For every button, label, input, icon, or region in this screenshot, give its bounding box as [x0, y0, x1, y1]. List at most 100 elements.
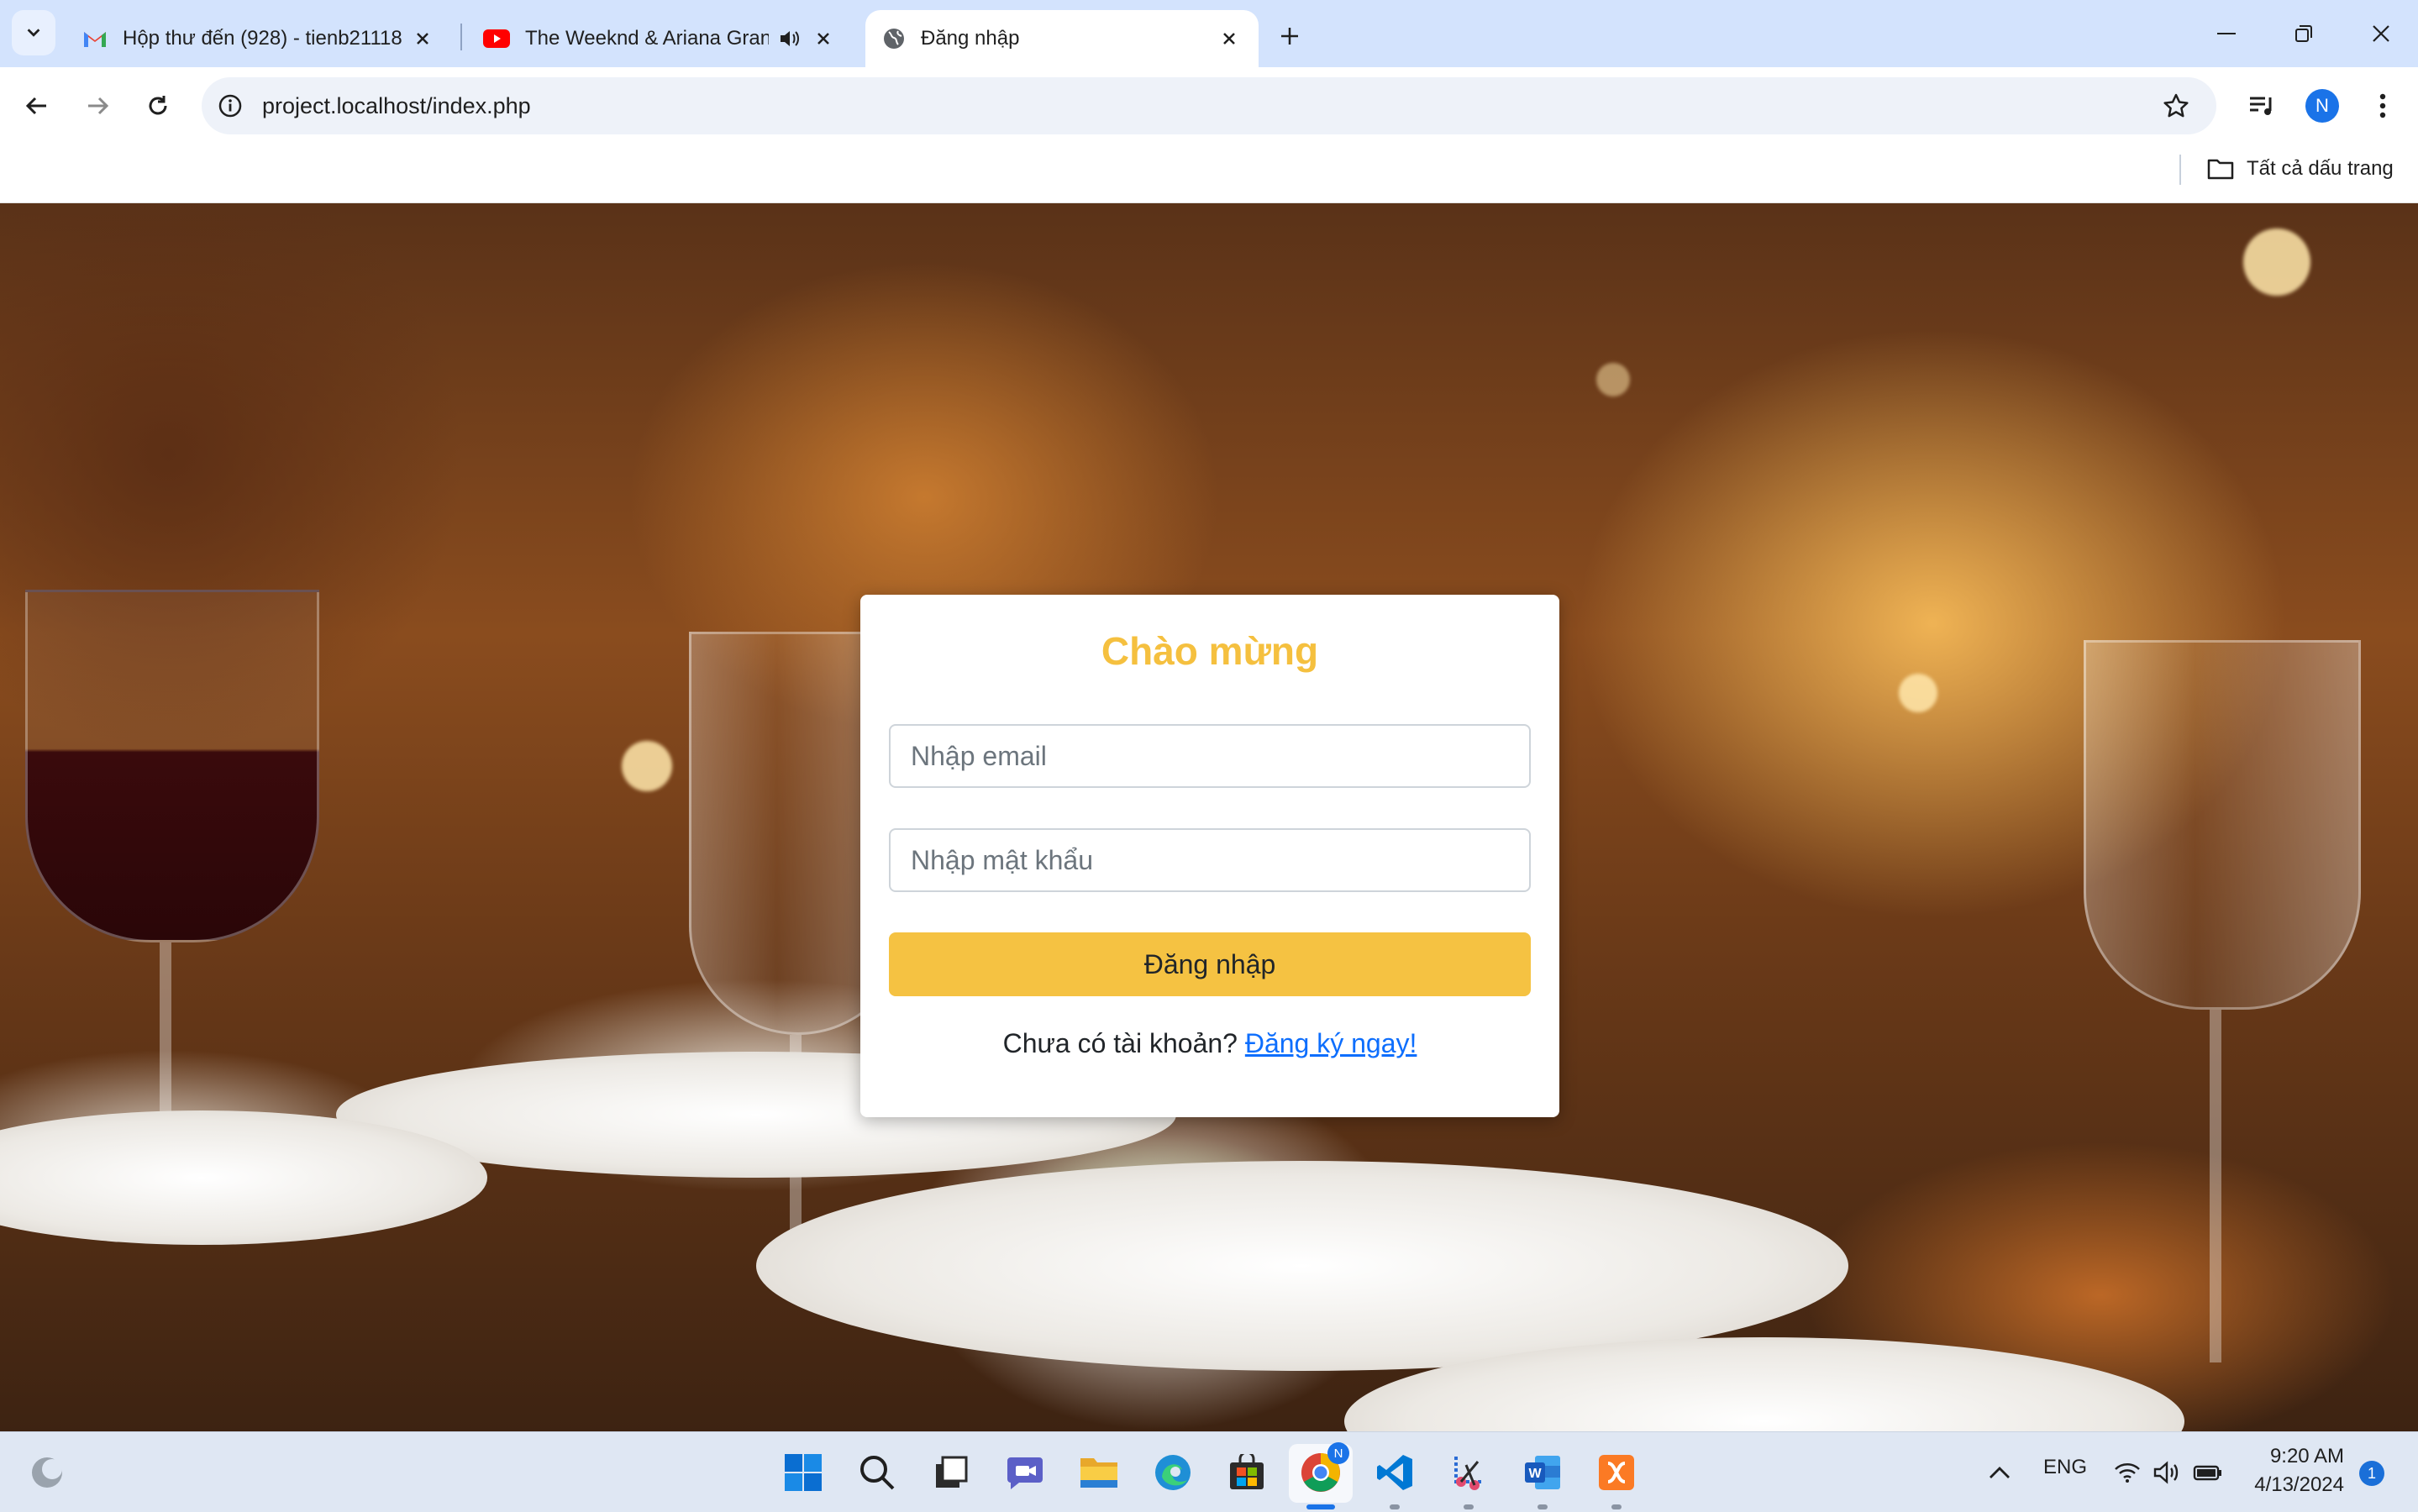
- page-title: Chào mừng: [1101, 629, 1319, 673]
- store-icon: [1230, 1454, 1264, 1489]
- chrome-profile-badge: N: [1327, 1442, 1349, 1464]
- kebab-menu-icon: [2379, 93, 2386, 118]
- tab-youtube[interactable]: The Weeknd & Ariana Grande: [466, 10, 853, 67]
- vscode-button[interactable]: [1371, 1449, 1418, 1496]
- wifi-icon[interactable]: [2110, 1449, 2144, 1496]
- address-bar[interactable]: project.localhost/index.php: [202, 77, 2216, 134]
- wine-glass: [25, 590, 319, 942]
- notification-badge[interactable]: 1: [2359, 1461, 2384, 1486]
- reload-button[interactable]: [138, 86, 178, 126]
- file-explorer-button[interactable]: [1075, 1449, 1122, 1496]
- browser-tab-strip: Hộp thư đến (928) - tienb21118 The Weekn…: [0, 0, 2418, 67]
- all-bookmarks-button[interactable]: Tất cả dấu trang: [2206, 151, 2394, 186]
- edge-button[interactable]: [1149, 1449, 1196, 1496]
- bookmark-star-icon[interactable]: [2159, 89, 2193, 123]
- close-icon[interactable]: [1217, 26, 1242, 51]
- start-button[interactable]: [780, 1449, 827, 1496]
- bokeh-light: [1596, 363, 1630, 396]
- water-glass-right: [2084, 640, 2361, 1010]
- signup-prompt-text: Chưa có tài khoản?: [1002, 1028, 1238, 1058]
- all-bookmarks-label: Tất cả dấu trang: [2247, 157, 2394, 180]
- email-field[interactable]: [889, 724, 1531, 788]
- globe-icon: [884, 29, 904, 49]
- search-button[interactable]: [854, 1449, 901, 1496]
- widgets-button[interactable]: [24, 1449, 71, 1496]
- xampp-button[interactable]: [1593, 1449, 1640, 1496]
- vscode-icon: [1377, 1455, 1412, 1490]
- snipping-tool-icon: [1454, 1457, 1481, 1490]
- chevron-down-icon: [27, 29, 40, 37]
- snipping-tool-button[interactable]: [1445, 1449, 1492, 1496]
- xampp-icon: [1599, 1455, 1634, 1490]
- menu-button[interactable]: [2363, 86, 2403, 126]
- tab-title: The Weeknd & Ariana Grande: [525, 27, 769, 50]
- arrow-right-icon: [88, 97, 109, 115]
- chevron-up-icon: [1990, 1467, 2010, 1478]
- tab-title: Hộp thư đến (928) - tienb21118: [123, 27, 402, 50]
- water-glass-stem: [2210, 1010, 2221, 1362]
- login-button[interactable]: Đăng nhập: [889, 932, 1531, 996]
- bokeh-light: [1899, 674, 1937, 712]
- youtube-icon: [483, 29, 510, 48]
- signup-prompt: Chưa có tài khoản? Đăng ký ngay!: [860, 1028, 1559, 1059]
- task-view-icon: [936, 1456, 968, 1488]
- close-icon[interactable]: [410, 26, 435, 51]
- edge-icon: [1155, 1455, 1191, 1490]
- tab-login[interactable]: Đăng nhập: [865, 10, 1259, 67]
- browser-toolbar: project.localhost/index.php N: [0, 67, 2418, 144]
- forward-button[interactable]: [77, 86, 118, 126]
- tab-gmail[interactable]: Hộp thư đến (928) - tienb21118: [66, 10, 452, 67]
- minimize-icon: [2217, 33, 2236, 34]
- weather-icon: [32, 1457, 62, 1488]
- restore-icon: [2295, 25, 2312, 42]
- password-field[interactable]: [889, 828, 1531, 892]
- tab-title: Đăng nhập: [921, 27, 1020, 50]
- back-button[interactable]: [17, 86, 57, 126]
- store-button[interactable]: [1223, 1449, 1270, 1496]
- site-info-icon[interactable]: [213, 89, 247, 123]
- minimize-button[interactable]: [2201, 13, 2252, 54]
- system-clock[interactable]: 9:20 AM 4/13/2024: [2235, 1442, 2344, 1499]
- chat-icon: [1007, 1457, 1043, 1489]
- close-window-button[interactable]: [2356, 13, 2406, 54]
- volume-icon[interactable]: [2151, 1449, 2184, 1496]
- word-button[interactable]: W: [1519, 1449, 1566, 1496]
- folder-icon: [2207, 159, 2234, 180]
- chat-button[interactable]: [1001, 1449, 1049, 1496]
- gmail-icon: [84, 32, 106, 47]
- plus-icon: [1281, 28, 1298, 45]
- arrow-left-icon: [25, 97, 46, 115]
- clock-time: 9:20 AM: [2269, 1445, 2344, 1467]
- running-indicator: [1390, 1504, 1400, 1509]
- media-control-button[interactable]: [2242, 86, 2282, 126]
- battery-icon[interactable]: [2191, 1449, 2225, 1496]
- restore-button[interactable]: [2279, 13, 2329, 54]
- start-icon: [785, 1454, 822, 1491]
- running-indicator: [1464, 1504, 1474, 1509]
- speaker-icon[interactable]: [777, 26, 802, 51]
- signup-link[interactable]: Đăng ký ngay!: [1245, 1028, 1417, 1058]
- language-indicator[interactable]: ENG: [2043, 1456, 2087, 1479]
- task-view-button[interactable]: [928, 1449, 975, 1496]
- media-queue-icon: [2250, 97, 2272, 115]
- search-icon: [860, 1456, 895, 1490]
- close-icon: [2373, 25, 2389, 42]
- chrome-button[interactable]: N: [1297, 1442, 1349, 1496]
- running-indicator: [1306, 1504, 1335, 1509]
- close-icon[interactable]: [811, 26, 836, 51]
- word-icon: W: [1525, 1456, 1560, 1489]
- bookmarks-bar: Tất cả dấu trang: [0, 144, 2418, 203]
- show-hidden-icons-button[interactable]: [1983, 1449, 2016, 1496]
- new-tab-button[interactable]: [1269, 15, 1311, 57]
- clock-date: 4/13/2024: [2254, 1473, 2344, 1496]
- running-indicator: [1611, 1504, 1622, 1509]
- reload-icon: [149, 96, 167, 115]
- bookmarks-divider: [2179, 155, 2181, 185]
- wine-glass-stem: [160, 942, 171, 1127]
- profile-button[interactable]: N: [2302, 86, 2342, 126]
- tab-search-button[interactable]: [12, 10, 55, 55]
- running-indicator: [1538, 1504, 1548, 1509]
- tab-divider: [460, 24, 462, 50]
- url-text[interactable]: project.localhost/index.php: [262, 93, 531, 119]
- file-explorer-icon: [1080, 1458, 1117, 1488]
